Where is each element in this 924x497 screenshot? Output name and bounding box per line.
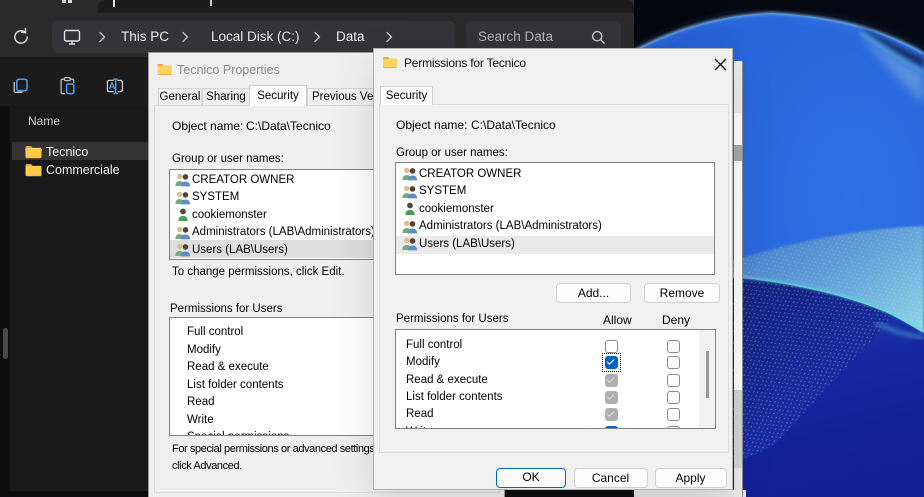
svg-text:A: A bbox=[109, 81, 116, 92]
